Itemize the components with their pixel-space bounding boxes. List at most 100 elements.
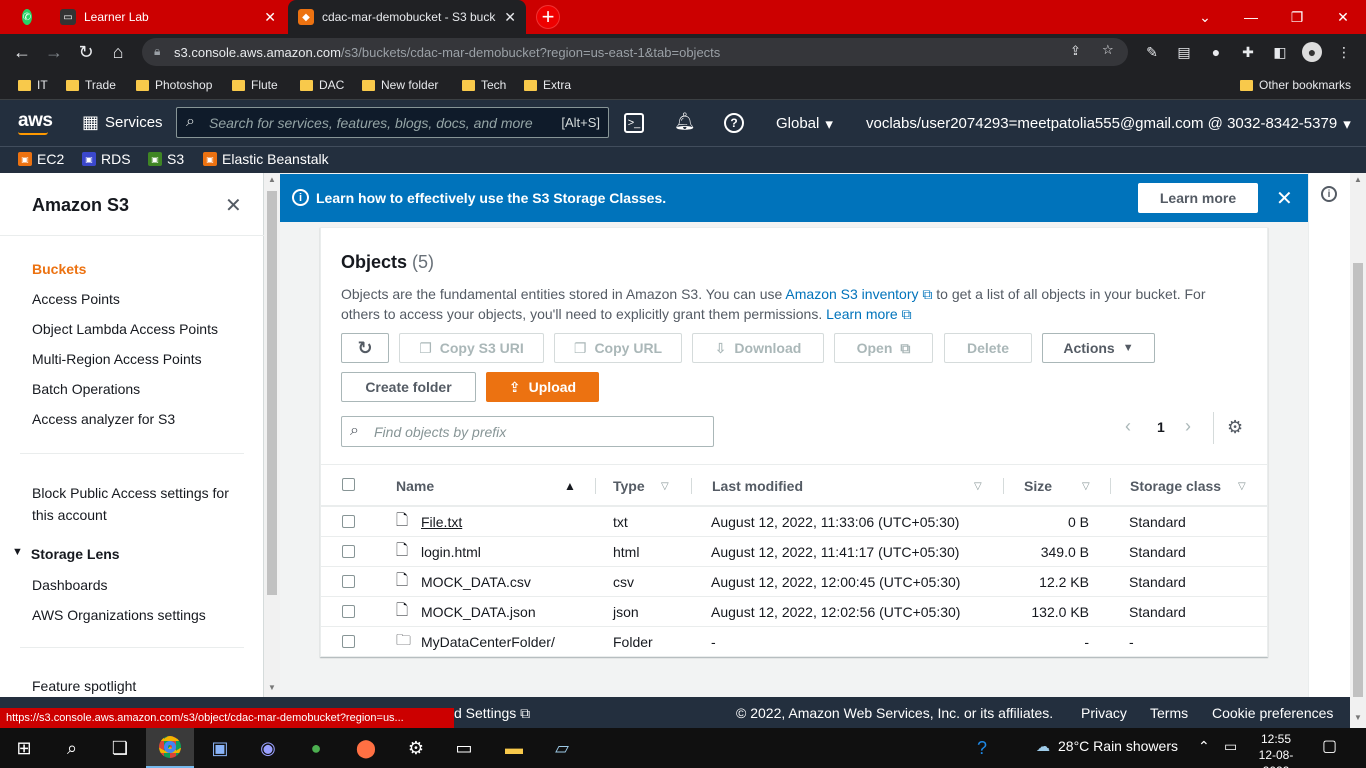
tab-learner-lab[interactable]: ▭ Learner Lab ✕ [50, 0, 286, 34]
task-view-icon[interactable]: ❏ [96, 728, 144, 768]
column-header-storage-class[interactable]: Storage class ▽ [1130, 466, 1260, 506]
refresh-button[interactable]: ↻ [341, 333, 389, 363]
back-icon[interactable]: ← [10, 40, 34, 64]
aws-search-input[interactable]: ⌕ Search for services, features, blogs, … [176, 107, 609, 138]
cloudshell-icon[interactable]: >_ [624, 113, 644, 133]
remote-desktop-icon[interactable]: ▣ [196, 728, 244, 768]
restore-button[interactable]: ❐ [1274, 0, 1320, 34]
extensions-puzzle-icon[interactable]: ✚ [1238, 42, 1258, 62]
favorite-elastic-beanstalk[interactable]: ▣ Elastic Beanstalk [203, 151, 329, 167]
home-icon[interactable]: ⌂ [106, 40, 130, 64]
next-page-icon[interactable]: › [1185, 416, 1191, 437]
sidebar-item-organizations[interactable]: AWS Organizations settings [32, 607, 206, 623]
settings-gear-icon[interactable]: ⚙ [392, 728, 440, 768]
row-checkbox[interactable] [342, 545, 355, 558]
close-tab-icon[interactable]: ✕ [504, 9, 516, 26]
services-menu[interactable]: ▦ Services [82, 112, 163, 133]
network-icon[interactable]: ▭ [1224, 738, 1237, 755]
aws-logo[interactable]: aws [18, 110, 53, 135]
calendar-extension-icon[interactable]: ▤ [1174, 42, 1194, 62]
favorite-s3[interactable]: ▣ S3 [148, 151, 184, 167]
copy-url-button[interactable]: ❐ Copy URL [554, 333, 682, 363]
bookmark-folder[interactable]: New folder [362, 76, 438, 94]
clock[interactable]: 12:55 12-08-2022 [1246, 731, 1306, 768]
table-row[interactable]: 🗋︎ MOCK_DATA.csv csv August 12, 2022, 12:00… [321, 566, 1267, 596]
object-name-link[interactable]: MOCK_DATA.csv [421, 567, 531, 597]
terminal-icon[interactable]: ▭ [440, 728, 488, 768]
sidebar-item-batch-operations[interactable]: Batch Operations [32, 381, 140, 397]
info-panel-icon[interactable]: i [1321, 186, 1337, 202]
copy-s3-uri-button[interactable]: ❐ Copy S3 URI [399, 333, 544, 363]
postman-icon[interactable]: ⬤ [342, 728, 390, 768]
tab-search-icon[interactable]: ⌄ [1182, 0, 1228, 34]
notifications-icon[interactable]: ▢ [1322, 736, 1337, 756]
bookmark-folder[interactable]: Extra [524, 76, 571, 94]
bookmark-star-icon[interactable]: ☆ [1102, 42, 1114, 58]
storage-lens-section[interactable]: ▼ Storage Lens [12, 546, 120, 562]
upload-button[interactable]: ⇪ Upload [486, 372, 599, 402]
close-tab-icon[interactable]: ✕ [264, 9, 276, 26]
table-row[interactable]: 🗋︎ MOCK_DATA.json json August 12, 2022, 12:… [321, 596, 1267, 626]
notifications-bell-icon[interactable]: 🔔︎ [674, 112, 696, 132]
cookie-preferences-link[interactable]: Cookie preferences [1212, 705, 1333, 721]
chrome-menu-icon[interactable]: ⋮ [1334, 42, 1354, 62]
page-number[interactable]: 1 [1157, 419, 1165, 435]
reload-icon[interactable]: ↻ [74, 40, 98, 64]
region-selector[interactable]: Global ▾ [776, 115, 833, 133]
sidebar-item-access-analyzer[interactable]: Access analyzer for S3 [32, 411, 175, 427]
table-row[interactable]: 🗋︎ File.txt txt August 12, 2022, 11:33:06 (… [321, 506, 1267, 536]
side-panel-icon[interactable]: ◧ [1270, 42, 1290, 62]
forward-icon[interactable]: → [42, 40, 66, 64]
create-folder-button[interactable]: Create folder [341, 372, 476, 402]
previous-page-icon[interactable]: ‹ [1125, 416, 1131, 437]
privacy-link[interactable]: Privacy [1081, 705, 1127, 721]
bookmark-folder[interactable]: Flute [232, 76, 278, 94]
mic-extension-icon[interactable]: ● [1206, 42, 1226, 62]
chevron-up-icon[interactable]: ⌃ [1198, 738, 1210, 755]
file-explorer-icon[interactable]: ▬ [490, 728, 538, 768]
page-scrollbar[interactable]: ▲ ▼ [1350, 173, 1366, 726]
column-header-last-modified[interactable]: Last modified ▽ [712, 466, 992, 506]
sidebar-scrollbar[interactable]: ▲ ▼ [264, 173, 280, 697]
tab-s3-bucket[interactable]: ◆ cdac-mar-demobucket - S3 buck ✕ [288, 0, 526, 34]
weather-widget[interactable]: ☁ 28°C Rain showers [1036, 738, 1178, 755]
learn-more-link[interactable]: Learn more ⧉ [826, 306, 911, 322]
bookmark-folder[interactable]: DAC [300, 76, 344, 94]
learn-more-button[interactable]: Learn more [1138, 183, 1258, 213]
spring-tool-icon[interactable]: ● [292, 728, 340, 768]
close-sidebar-icon[interactable]: ✕ [225, 193, 242, 218]
object-name-link[interactable]: MyDataCenterFolder/ [421, 627, 555, 657]
object-name-link[interactable]: File.txt [421, 507, 462, 537]
scroll-thumb[interactable] [267, 191, 277, 595]
bookmark-folder[interactable]: Trade [66, 76, 116, 94]
account-menu[interactable]: voclabs/user2074293=meetpatolia555@gmail… [866, 115, 1351, 133]
object-name-link[interactable]: MOCK_DATA.json [421, 597, 536, 627]
select-all-checkbox[interactable] [342, 478, 355, 491]
delete-button[interactable]: Delete [944, 333, 1032, 363]
bookmark-folder[interactable]: Tech [462, 76, 506, 94]
terms-link[interactable]: Terms [1150, 705, 1188, 721]
table-row[interactable]: 🗋︎ login.html html August 12, 2022, 11:41:1… [321, 536, 1267, 566]
row-checkbox[interactable] [342, 515, 355, 528]
bookmark-folder[interactable]: IT [18, 76, 48, 94]
row-checkbox[interactable] [342, 605, 355, 618]
whatsapp-icon[interactable]: ✆ [12, 0, 42, 34]
pen-extension-icon[interactable]: ✎ [1142, 42, 1162, 62]
favorite-ec2[interactable]: ▣ EC2 [18, 151, 64, 167]
scroll-thumb[interactable] [1353, 263, 1363, 697]
minimize-button[interactable]: — [1228, 0, 1274, 34]
column-header-size[interactable]: Size ▽ [1024, 466, 1094, 506]
row-checkbox[interactable] [342, 575, 355, 588]
dismiss-flash-icon[interactable]: ✕ [1276, 186, 1293, 211]
help-icon[interactable]: ? [724, 113, 744, 133]
help-taskbar-icon[interactable]: ? [958, 728, 1006, 768]
open-button[interactable]: Open ⧉ [834, 333, 933, 363]
windows-start-icon[interactable]: ⊞ [0, 728, 48, 768]
notepad-icon[interactable]: ▱ [538, 728, 586, 768]
search-icon[interactable]: ⌕ [48, 728, 96, 768]
sidebar-item-block-public-access[interactable]: Block Public Access settings for this acc… [32, 482, 229, 526]
close-window-button[interactable]: ✕ [1320, 0, 1366, 34]
new-tab-button[interactable]: + [535, 4, 561, 29]
sidebar-item-access-points[interactable]: Access Points [32, 291, 120, 307]
sidebar-item-feature-spotlight[interactable]: Feature spotlight [32, 678, 136, 694]
